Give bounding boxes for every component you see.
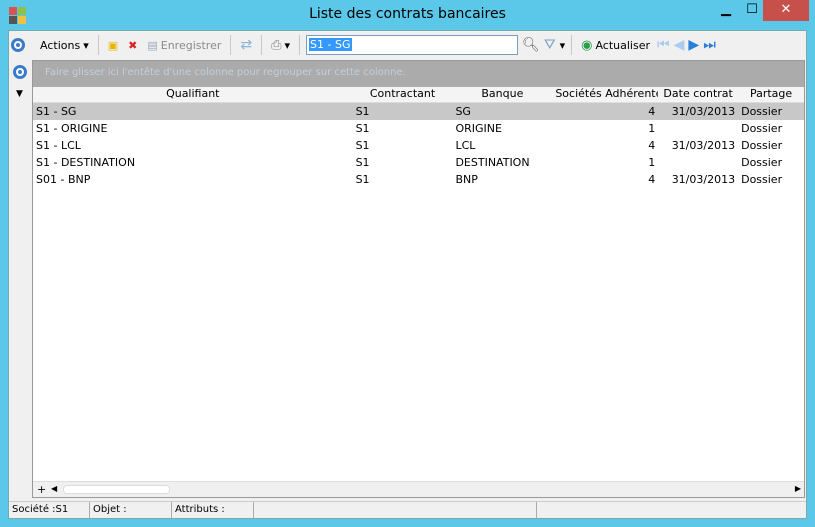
sync-button[interactable]: ⇄ bbox=[237, 34, 255, 56]
table-cell: Dossier bbox=[741, 139, 783, 152]
table-cell: 31/03/2013 bbox=[671, 173, 736, 186]
column-header-qualifiant[interactable]: Qualifiant bbox=[33, 87, 353, 102]
next-record-icon[interactable]: ▶ bbox=[688, 37, 699, 53]
table-cell: 31/03/2013 bbox=[671, 139, 736, 152]
table-cell: S1 bbox=[355, 156, 370, 169]
separator bbox=[261, 35, 263, 55]
search-icon[interactable]: 🔍︎ bbox=[522, 37, 540, 53]
delete-icon: ✖ bbox=[128, 38, 138, 52]
options-icon[interactable] bbox=[11, 38, 25, 52]
table-cell: 4 bbox=[648, 105, 656, 118]
table-row[interactable]: S1 - LCL S1 LCL 4 31/03/2013 Dossier bbox=[33, 137, 804, 154]
status-attributs: Attributs : bbox=[172, 502, 254, 519]
separator bbox=[97, 35, 99, 55]
table-cell: S1 bbox=[355, 105, 370, 118]
table-cell: 31/03/2013 bbox=[671, 105, 736, 118]
table-cell: S1 bbox=[355, 173, 370, 186]
table-cell: 4 bbox=[648, 173, 656, 186]
refresh-label: Actualiser bbox=[595, 38, 651, 52]
window-title: Liste des contrats bancaires bbox=[309, 6, 506, 22]
table-cell: DESTINATION bbox=[455, 156, 530, 169]
horizontal-scrollbar[interactable]: + ◀ ▶ bbox=[33, 481, 804, 497]
table-cell: S01 - BNP bbox=[36, 173, 91, 186]
search-value: S1 - SG bbox=[309, 38, 352, 51]
refresh-button[interactable]: ◉ Actualiser bbox=[578, 34, 653, 56]
previous-record-icon[interactable]: ◀ bbox=[674, 37, 685, 53]
column-header-partage[interactable]: Partage bbox=[738, 87, 804, 102]
status-societe: Société :S1 bbox=[9, 502, 90, 519]
table-cell: Dossier bbox=[741, 173, 783, 186]
toolbar: Actions ▾ ▣ ✖ ▤ Enregistrer ⇄ ⎙ ▾ S1 - SG 🔍… bbox=[9, 31, 806, 59]
chevron-down-icon[interactable]: ▼ bbox=[16, 89, 32, 99]
table-cell: SG bbox=[455, 105, 471, 118]
status-objet: Objet : bbox=[90, 502, 172, 519]
filter-icon[interactable]: ⛛ bbox=[544, 37, 556, 53]
actions-menu-button[interactable]: Actions ▾ bbox=[37, 34, 92, 56]
last-record-icon[interactable]: ⏭ bbox=[703, 37, 716, 53]
grid-options-icon[interactable] bbox=[13, 65, 27, 79]
chevron-down-icon[interactable]: ▾ bbox=[560, 39, 566, 52]
title-bar: Liste des contrats bancaires ▁ ☐ ✕ bbox=[0, 0, 815, 30]
delete-button[interactable]: ✖ bbox=[125, 34, 140, 56]
save-icon: ▤ bbox=[147, 38, 158, 52]
contracts-grid: Faire glisser ici l'entête d'une colonne… bbox=[32, 60, 805, 498]
column-header-date[interactable]: Date contrat bbox=[658, 87, 738, 102]
resize-grip[interactable] bbox=[537, 502, 806, 519]
group-by-panel[interactable]: Faire glisser ici l'entête d'une colonne… bbox=[33, 61, 804, 87]
table-cell: S1 - ORIGINE bbox=[36, 122, 108, 135]
separator bbox=[571, 35, 573, 55]
table-cell: S1 - DESTINATION bbox=[36, 156, 136, 169]
table-cell: 1 bbox=[648, 122, 656, 135]
close-button[interactable]: ✕ bbox=[763, 0, 809, 21]
chevron-down-icon: ▾ bbox=[284, 38, 291, 52]
save-button[interactable]: ▤ Enregistrer bbox=[144, 34, 224, 56]
table-cell: 1 bbox=[648, 156, 656, 169]
table-cell: S1 - LCL bbox=[36, 139, 81, 152]
search-input[interactable]: S1 - SG bbox=[306, 35, 519, 55]
table-cell: LCL bbox=[455, 139, 476, 152]
table-cell: Dossier bbox=[741, 156, 783, 169]
new-button[interactable]: ▣ bbox=[105, 34, 121, 56]
scrollbar-thumb[interactable] bbox=[63, 485, 170, 494]
table-cell: BNP bbox=[455, 173, 478, 186]
table-row[interactable]: S1 - ORIGINE S1 ORIGINE 1 Dossier bbox=[33, 120, 804, 137]
status-panel bbox=[254, 502, 537, 519]
grid-left-panel: ▼ bbox=[9, 60, 32, 498]
table-cell: S1 bbox=[355, 139, 370, 152]
table-cell: S1 - SG bbox=[36, 105, 77, 118]
column-header-societes[interactable]: Sociétés Adhérentes bbox=[552, 87, 658, 102]
printer-icon: ⎙ bbox=[271, 37, 282, 53]
save-label: Enregistrer bbox=[160, 38, 222, 52]
table-cell: Dossier bbox=[741, 122, 783, 135]
expand-icon[interactable]: + bbox=[37, 483, 46, 496]
table-cell: S1 bbox=[355, 122, 370, 135]
scroll-right-icon[interactable]: ▶ bbox=[795, 484, 801, 493]
table-cell: ORIGINE bbox=[455, 122, 502, 135]
table-cell: 4 bbox=[648, 139, 656, 152]
column-header-contractant[interactable]: Contractant bbox=[353, 87, 453, 102]
new-document-icon: ▣ bbox=[107, 38, 119, 52]
separator bbox=[299, 35, 301, 55]
grid-header: Qualifiant Contractant Banque Sociétés A… bbox=[33, 87, 804, 103]
print-button[interactable]: ⎙ ▾ bbox=[268, 34, 293, 56]
table-cell: Dossier bbox=[741, 105, 783, 118]
actions-label: Actions bbox=[40, 38, 81, 52]
table-row[interactable]: S1 - SG S1 SG 4 31/03/2013 Dossier bbox=[33, 103, 804, 120]
separator bbox=[230, 35, 232, 55]
first-record-icon[interactable]: ⏮ bbox=[657, 37, 670, 53]
refresh-icon: ◉ bbox=[581, 37, 593, 53]
table-row[interactable]: S01 - BNP S1 BNP 4 31/03/2013 Dossier bbox=[33, 171, 804, 188]
chevron-down-icon: ▾ bbox=[83, 38, 89, 52]
table-row[interactable]: S1 - DESTINATION S1 DESTINATION 1 Dossier bbox=[33, 154, 804, 171]
status-bar: Société :S1 Objet : Attributs : bbox=[9, 501, 806, 519]
scroll-left-icon[interactable]: ◀ bbox=[51, 484, 57, 493]
column-header-banque[interactable]: Banque bbox=[452, 87, 552, 102]
sync-icon: ⇄ bbox=[240, 37, 253, 53]
main-window: Actions ▾ ▣ ✖ ▤ Enregistrer ⇄ ⎙ ▾ S1 - SG 🔍… bbox=[8, 30, 807, 519]
